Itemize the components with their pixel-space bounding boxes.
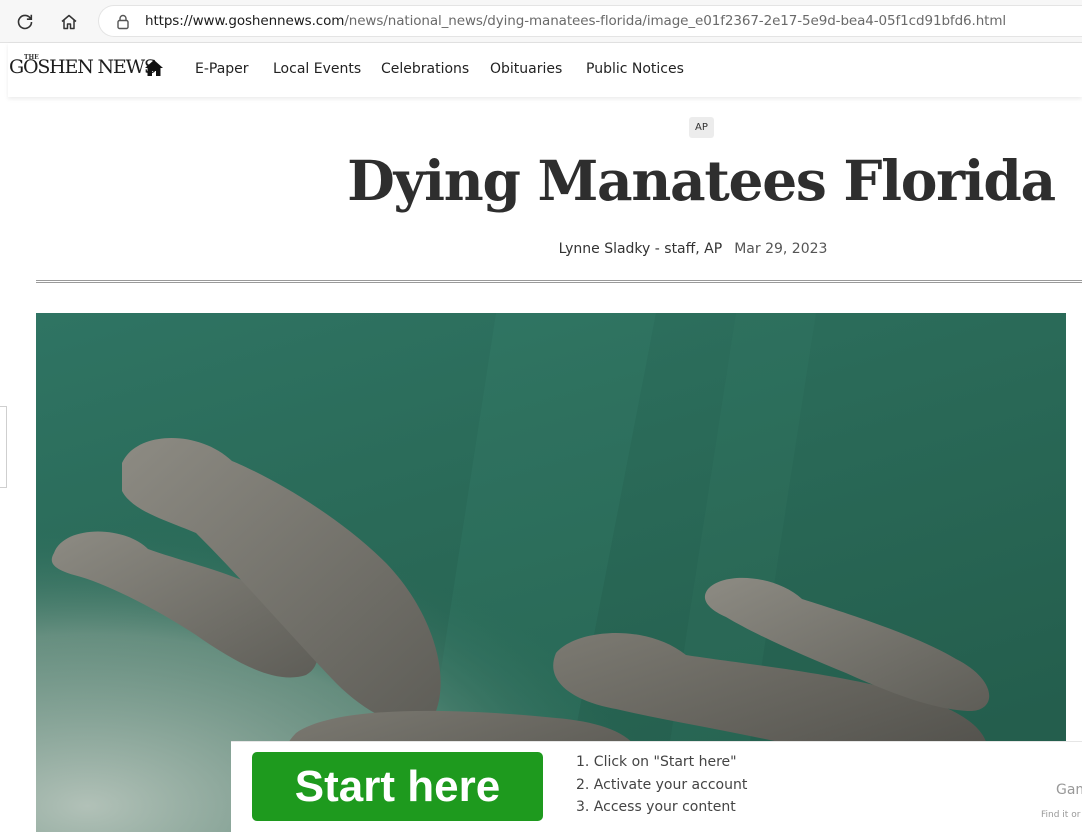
header-divider bbox=[36, 280, 1082, 283]
ad-step: 1. Click on "Start here" bbox=[576, 754, 737, 770]
address-bar[interactable]: https://www.goshennews.com/news/national… bbox=[98, 5, 1082, 37]
start-here-button[interactable]: Start here bbox=[252, 752, 543, 821]
ad-side-text: Gam bbox=[1056, 782, 1082, 798]
url-domain: https://www.goshennews.com bbox=[145, 13, 345, 29]
side-tab[interactable] bbox=[0, 406, 7, 488]
site-logo[interactable]: THE GOSHEN NEWS bbox=[9, 51, 157, 91]
browser-toolbar: https://www.goshennews.com/news/national… bbox=[0, 0, 1082, 43]
reload-icon bbox=[17, 14, 33, 30]
ad-banner: Start here 1. Click on "Start here" 2. A… bbox=[231, 741, 1082, 833]
home-button[interactable] bbox=[55, 8, 83, 36]
ad-steps-list: 1. Click on "Start here" 2. Activate you… bbox=[576, 754, 747, 822]
article-headline: Dying Manatees Florida bbox=[347, 148, 1056, 213]
site-header: THE GOSHEN NEWS E-Paper Local Events Cel… bbox=[8, 43, 1082, 97]
nav-obituaries[interactable]: Obituaries bbox=[490, 61, 562, 77]
home-icon bbox=[61, 14, 77, 30]
publish-date: Mar 29, 2023 bbox=[734, 241, 828, 257]
byline: Lynne Sladky - staff, AP Mar 29, 2023 bbox=[300, 241, 1082, 257]
nav-celebrations[interactable]: Celebrations bbox=[381, 61, 469, 77]
nav-public-notices[interactable]: Public Notices bbox=[586, 61, 684, 77]
home-icon bbox=[145, 60, 163, 76]
lock-icon[interactable] bbox=[115, 13, 131, 35]
url-text: https://www.goshennews.com/news/national… bbox=[145, 13, 1006, 29]
url-path: /news/national_news/dying-manatees-flori… bbox=[344, 13, 1007, 29]
nav-local-events[interactable]: Local Events bbox=[273, 61, 361, 77]
ad-find-text: Find it or bbox=[1041, 810, 1081, 820]
author-name[interactable]: Lynne Sladky - staff, AP bbox=[559, 241, 723, 257]
ad-step: 3. Access your content bbox=[576, 799, 736, 815]
ad-step: 2. Activate your account bbox=[576, 776, 748, 793]
nav-home-link[interactable] bbox=[144, 59, 164, 81]
logo-name: GOSHEN NEWS bbox=[9, 56, 157, 78]
nav-epaper[interactable]: E-Paper bbox=[195, 61, 249, 77]
source-badge[interactable]: AP bbox=[689, 117, 714, 138]
reload-button[interactable] bbox=[11, 8, 39, 36]
